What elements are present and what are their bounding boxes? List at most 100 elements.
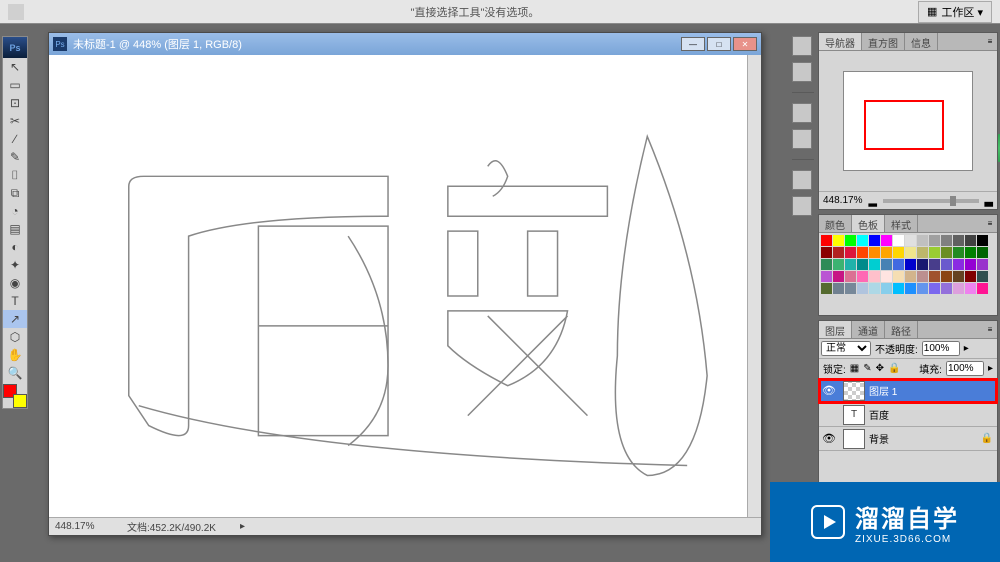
swatch-cell[interactable] bbox=[869, 247, 880, 258]
swatch-cell[interactable] bbox=[977, 259, 988, 270]
lock-pixels-icon[interactable]: ✎ bbox=[863, 363, 871, 374]
swatch-cell[interactable] bbox=[857, 259, 868, 270]
opacity-input[interactable] bbox=[922, 341, 960, 356]
tool-16[interactable]: ✋ bbox=[3, 346, 27, 364]
paragraph-panel-icon[interactable] bbox=[792, 129, 812, 149]
tool-2[interactable]: ⊡ bbox=[3, 94, 27, 112]
zoom-out-icon[interactable]: ▂ bbox=[868, 194, 876, 207]
lock-position-icon[interactable]: ✥ bbox=[876, 363, 884, 374]
swatch-cell[interactable] bbox=[845, 283, 856, 294]
swatch-cell[interactable] bbox=[929, 235, 940, 246]
tab-styles[interactable]: 样式 bbox=[885, 215, 918, 232]
color-swatches[interactable] bbox=[3, 384, 27, 408]
swatch-cell[interactable] bbox=[821, 271, 832, 282]
history-panel-icon[interactable] bbox=[792, 36, 812, 56]
navigator-viewport-rect[interactable] bbox=[864, 100, 944, 150]
swatch-cell[interactable] bbox=[941, 247, 952, 258]
swatch-grid[interactable] bbox=[821, 235, 995, 294]
swatch-cell[interactable] bbox=[857, 235, 868, 246]
tool-15[interactable]: ⬡ bbox=[3, 328, 27, 346]
tab-channels[interactable]: 通道 bbox=[852, 321, 885, 338]
swatch-cell[interactable] bbox=[965, 247, 976, 258]
blend-mode-select[interactable]: 正常 bbox=[821, 341, 871, 356]
zoom-level[interactable]: 448.17% bbox=[55, 521, 107, 532]
tab-navigator[interactable]: 导航器 bbox=[819, 33, 862, 50]
swatch-cell[interactable] bbox=[977, 271, 988, 282]
swatch-cell[interactable] bbox=[893, 283, 904, 294]
swatch-cell[interactable] bbox=[869, 259, 880, 270]
swatch-cell[interactable] bbox=[821, 283, 832, 294]
swatch-cell[interactable] bbox=[917, 247, 928, 258]
swatch-cell[interactable] bbox=[965, 283, 976, 294]
zoom-slider[interactable] bbox=[883, 199, 979, 203]
tool-3[interactable]: ✂ bbox=[3, 112, 27, 130]
character-panel-icon[interactable] bbox=[792, 103, 812, 123]
layer-row[interactable]: 👁背景🔒 bbox=[819, 427, 997, 451]
actions-panel-icon[interactable] bbox=[792, 62, 812, 82]
lock-all-icon[interactable]: 🔒 bbox=[888, 363, 900, 374]
fill-arrow-icon[interactable]: ▸ bbox=[988, 363, 993, 374]
swatch-cell[interactable] bbox=[833, 235, 844, 246]
clone-panel-icon[interactable] bbox=[792, 196, 812, 216]
swatch-cell[interactable] bbox=[881, 283, 892, 294]
background-color[interactable] bbox=[13, 394, 27, 408]
tab-layers[interactable]: 图层 bbox=[819, 321, 852, 338]
swatch-cell[interactable] bbox=[965, 235, 976, 246]
swatch-cell[interactable] bbox=[977, 235, 988, 246]
tool-7[interactable]: ⧉ bbox=[3, 184, 27, 202]
brush-panel-icon[interactable] bbox=[792, 170, 812, 190]
tool-0[interactable]: ↖ bbox=[3, 58, 27, 76]
swatch-cell[interactable] bbox=[857, 283, 868, 294]
maximize-button[interactable]: □ bbox=[707, 37, 731, 51]
swatch-cell[interactable] bbox=[845, 247, 856, 258]
panel-menu-icon[interactable]: ≡ bbox=[983, 33, 997, 50]
swatch-cell[interactable] bbox=[941, 283, 952, 294]
tool-5[interactable]: ✎ bbox=[3, 148, 27, 166]
swatch-cell[interactable] bbox=[905, 247, 916, 258]
swatch-cell[interactable] bbox=[905, 283, 916, 294]
tool-17[interactable]: 🔍 bbox=[3, 364, 27, 382]
navigator-preview[interactable] bbox=[819, 51, 997, 191]
tool-8[interactable]: ◔ bbox=[3, 202, 27, 220]
swatch-cell[interactable] bbox=[953, 247, 964, 258]
swatch-cell[interactable] bbox=[845, 271, 856, 282]
swatch-cell[interactable] bbox=[929, 259, 940, 270]
swatch-cell[interactable] bbox=[965, 271, 976, 282]
tool-13[interactable]: T bbox=[3, 292, 27, 310]
tool-6[interactable]: ⌷ bbox=[3, 166, 27, 184]
layer-thumbnail[interactable] bbox=[843, 429, 865, 449]
swatch-cell[interactable] bbox=[941, 271, 952, 282]
workspace-switcher[interactable]: ▦ 工作区 ▾ bbox=[918, 1, 992, 23]
swatch-cell[interactable] bbox=[833, 247, 844, 258]
fill-input[interactable] bbox=[946, 361, 984, 376]
swatch-cell[interactable] bbox=[965, 259, 976, 270]
visibility-eye-icon[interactable]: 👁 bbox=[819, 384, 839, 397]
tool-11[interactable]: ✦ bbox=[3, 256, 27, 274]
swatch-cell[interactable] bbox=[929, 247, 940, 258]
swatch-cell[interactable] bbox=[881, 247, 892, 258]
swatch-cell[interactable] bbox=[917, 235, 928, 246]
tool-1[interactable]: ▭ bbox=[3, 76, 27, 94]
layer-row[interactable]: T百度 bbox=[819, 403, 997, 427]
opacity-arrow-icon[interactable]: ▸ bbox=[964, 343, 969, 354]
lock-transparency-icon[interactable]: ▦ bbox=[850, 363, 859, 374]
swatch-cell[interactable] bbox=[857, 271, 868, 282]
swatch-cell[interactable] bbox=[977, 283, 988, 294]
swatch-cell[interactable] bbox=[941, 259, 952, 270]
layer-thumbnail[interactable] bbox=[843, 381, 865, 401]
swatch-cell[interactable] bbox=[833, 271, 844, 282]
swatch-cell[interactable] bbox=[821, 247, 832, 258]
tool-10[interactable]: ◐ bbox=[3, 238, 27, 256]
document-canvas[interactable] bbox=[49, 55, 747, 517]
tool-14[interactable]: ↗ bbox=[3, 310, 27, 328]
swatch-cell[interactable] bbox=[881, 259, 892, 270]
swatch-cell[interactable] bbox=[869, 283, 880, 294]
swatch-cell[interactable] bbox=[905, 271, 916, 282]
layer-row[interactable]: 👁图层 1 bbox=[819, 379, 997, 403]
swatch-cell[interactable] bbox=[881, 271, 892, 282]
tab-paths[interactable]: 路径 bbox=[885, 321, 918, 338]
swatch-cell[interactable] bbox=[869, 271, 880, 282]
visibility-eye-icon[interactable]: 👁 bbox=[819, 432, 839, 445]
swatch-cell[interactable] bbox=[917, 283, 928, 294]
tab-swatches[interactable]: 色板 bbox=[852, 215, 885, 232]
